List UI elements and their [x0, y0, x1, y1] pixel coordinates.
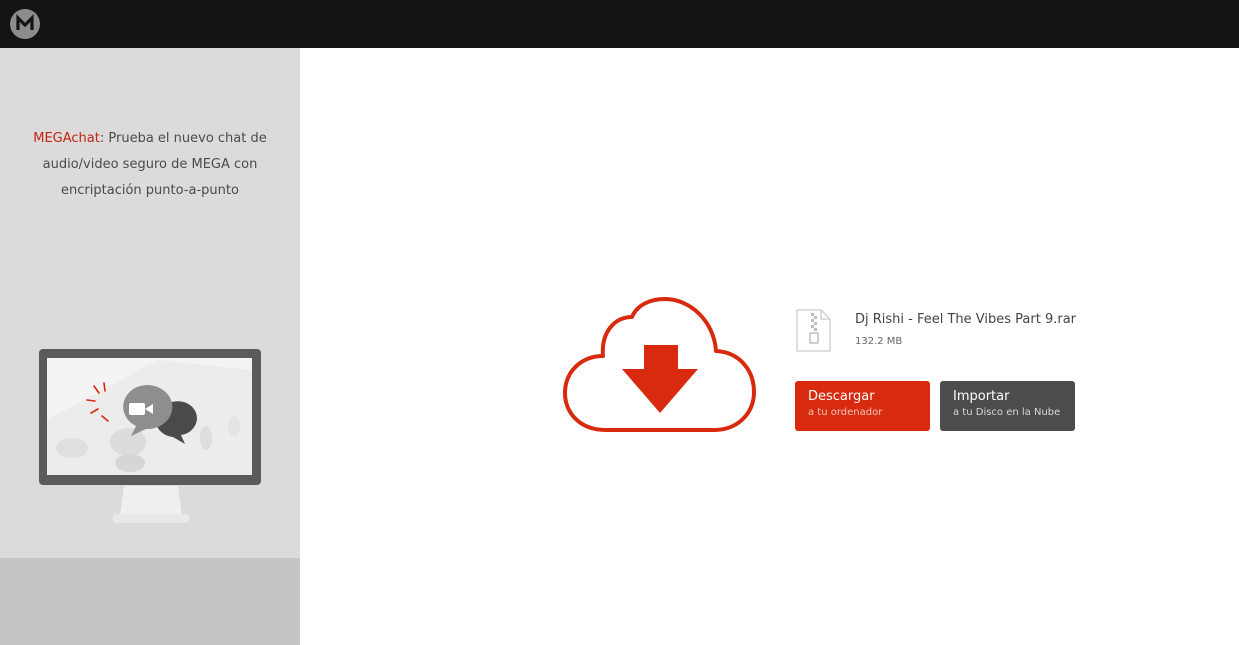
import-button[interactable]: Importar a tu Disco en la Nube: [940, 381, 1075, 431]
megachat-promo-text: MEGAchat: Prueba el nuevo chat de audio/…: [20, 126, 280, 204]
monitor-video-chat-icon: [38, 300, 264, 530]
megachat-link[interactable]: MEGAchat: [33, 131, 100, 146]
download-button[interactable]: Descargar a tu ordenador: [795, 381, 930, 431]
zip-file-icon: [795, 309, 832, 356]
cloud-download-icon: [562, 296, 758, 440]
file-size: 132.2 MB: [855, 336, 903, 347]
download-button-label: Descargar: [808, 389, 875, 404]
sidebar-footer: [0, 558, 300, 645]
download-button-sublabel: a tu ordenador: [808, 407, 883, 418]
mega-logo-icon[interactable]: [10, 9, 40, 39]
import-button-label: Importar: [953, 389, 1010, 404]
file-name: Dj Rishi - Feel The Vibes Part 9.rar: [855, 312, 1077, 327]
import-button-sublabel: a tu Disco en la Nube: [953, 407, 1061, 418]
top-bar: [0, 0, 1239, 48]
